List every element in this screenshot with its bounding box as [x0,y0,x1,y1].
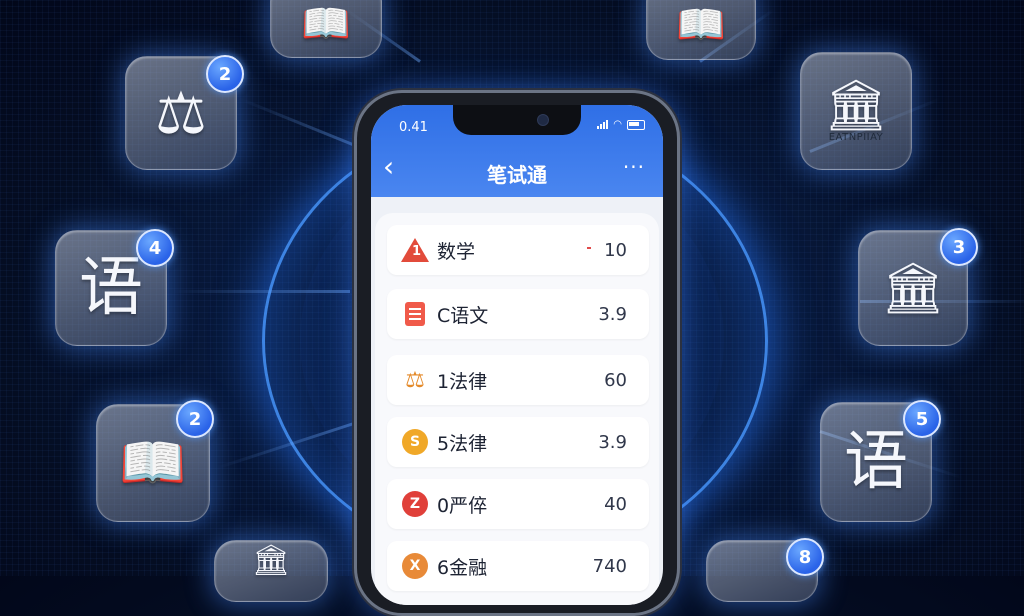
list-item-value: 40 [604,493,627,515]
notification-badge: 8 [786,538,824,576]
tile-caption: EATNPIIAY [828,131,884,143]
book-glyph: 📖 [676,2,726,48]
list-item-label: 5法律 [437,432,488,455]
scale-icon: ⚖ [405,367,425,393]
battery-icon [627,119,645,130]
status-icons: ◠ [597,119,645,130]
notch [453,105,581,135]
signal-icon [597,120,609,129]
status-time: 0.41 [399,120,428,135]
list-item-value: 60 [604,369,627,391]
list-item[interactable]: S 5法律 3.9 [387,417,649,467]
book-glyph: 📖 [301,1,351,47]
notification-badge: 2 [176,400,214,438]
coin-s-icon: S [401,428,429,456]
list-item-label: 0严倅 [437,494,488,517]
language-glyph: 语 [844,425,908,499]
list-item-label: 6金融 [437,556,488,579]
list-item-label: 1法律 [437,370,488,393]
list-item-value: 10 [604,239,627,261]
phone-frame: 0.41 ◠ ‹ 笔试通 ··· 1 数学 10 C语文 3.9 ⚖ 1法律 6… [354,90,680,616]
book-icon[interactable]: 📖 [646,0,756,60]
list-item-value: 3.9 [598,303,627,325]
language-glyph: 语 [79,251,143,325]
app-header: 0.41 ◠ ‹ 笔试通 ··· [371,105,663,197]
list-item[interactable]: C语文 3.9 [387,289,649,339]
list-item-label: C语文 [437,304,489,327]
list-item[interactable]: 1 数学 10 [387,225,649,275]
notification-badge: 5 [903,400,941,438]
app-title: 笔试通 [487,163,547,187]
indicator-dot [587,247,591,249]
notification-badge: 3 [940,228,978,266]
document-icon [401,300,429,328]
bank-glyph: 🏛 [881,259,945,317]
list-item[interactable]: X 6金融 740 [387,541,649,591]
list-item-value: 3.9 [598,431,627,453]
phone-screen: 0.41 ◠ ‹ 笔试通 ··· 1 数学 10 C语文 3.9 ⚖ 1法律 6… [371,105,663,605]
list-item-label: 数学 [437,240,476,263]
warning-icon: 1 [401,236,429,264]
light-ray [170,290,350,293]
book-icon[interactable]: 📖 [270,0,382,58]
wifi-icon: ◠ [613,119,622,130]
subject-list: 1 数学 10 C语文 3.9 ⚖ 1法律 60 S 5法律 3.9 Z 0严倅… [375,213,659,605]
camera-icon [537,114,549,126]
scale-glyph: ⚖ [155,79,207,147]
bank-icon[interactable]: 🏛 EATNPIIAY [800,52,912,170]
list-item[interactable]: Z 0严倅 40 [387,479,649,529]
notification-badge: 2 [206,55,244,93]
more-button[interactable]: ··· [623,155,645,179]
list-item[interactable]: ⚖ 1法律 60 [387,355,649,405]
bank-glyph: 🏛 [251,543,291,578]
notification-badge: 4 [136,229,174,267]
bank-glyph: 🏛 [824,75,888,134]
list-item-value: 740 [592,555,627,577]
bank-icon[interactable]: 🏛 [214,540,328,602]
coin-z-icon: Z [401,490,429,518]
book-glyph: 📖 [119,431,187,494]
